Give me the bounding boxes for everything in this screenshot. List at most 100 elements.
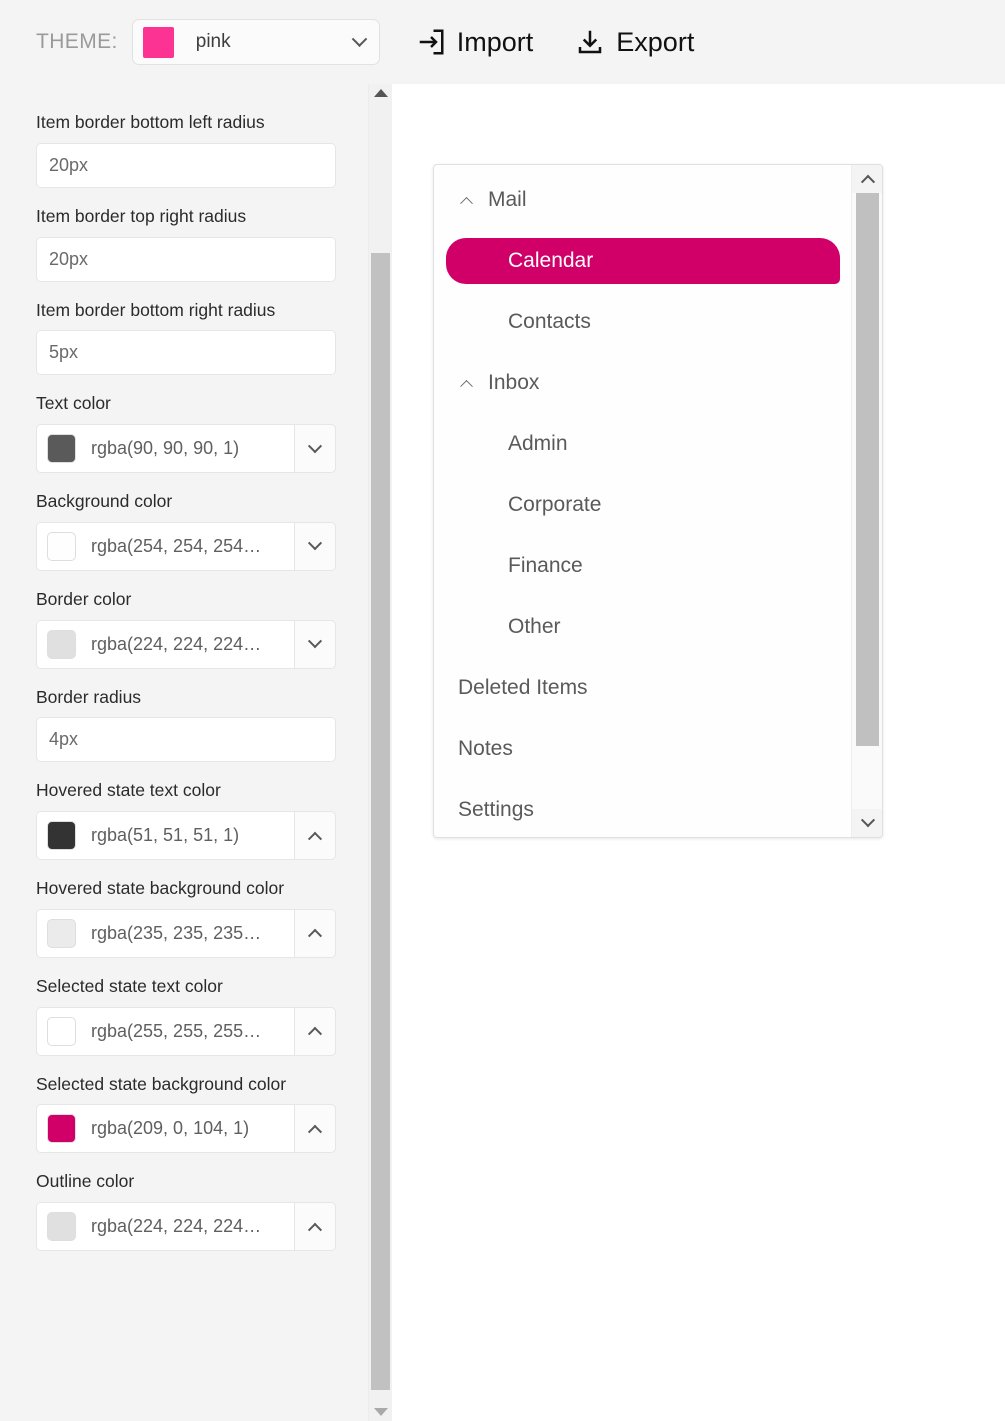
tree-item[interactable]: Deleted Items [446, 665, 840, 711]
tree-scrollbar[interactable] [851, 165, 882, 837]
tree-item[interactable]: Contacts [446, 299, 840, 345]
tree-item-label: Contacts [508, 310, 591, 333]
theme-selected-value: pink [195, 31, 231, 52]
chevron-up-icon [307, 831, 323, 846]
settings-field: Outline color rgba(224, 224, 224… [36, 1170, 368, 1251]
chevron-up-icon [459, 196, 473, 210]
color-picker-collapse-button[interactable] [294, 1104, 336, 1154]
tree-item-label: Deleted Items [458, 676, 588, 699]
sidebar-scrollbar[interactable] [368, 84, 392, 1421]
color-value-text: rgba(254, 254, 254… [91, 535, 262, 556]
settings-field-label: Outline color [36, 1171, 135, 1192]
color-value-text: rgba(51, 51, 51, 1) [91, 825, 240, 845]
tree-item[interactable]: Finance [446, 543, 840, 589]
color-picker-input[interactable]: rgba(51, 51, 51, 1) [36, 811, 294, 860]
sidebar-scrollbar-thumb[interactable] [371, 253, 390, 1390]
settings-field: Item border top right radius [36, 205, 368, 282]
scroll-up-arrow-icon[interactable] [369, 84, 392, 102]
color-picker-expand-button[interactable] [294, 424, 336, 473]
scroll-down-arrow-icon[interactable] [369, 1403, 392, 1421]
theme-select[interactable]: pink [131, 19, 380, 65]
color-picker-input[interactable]: rgba(90, 90, 90, 1) [36, 424, 294, 473]
chevron-up-icon [307, 1124, 323, 1139]
export-button-label: Export [616, 26, 695, 57]
tree-item[interactable]: Other [446, 604, 840, 650]
import-button-label: Import [456, 26, 534, 57]
color-picker-collapse-button[interactable] [294, 1202, 336, 1251]
color-picker-row: rgba(90, 90, 90, 1) [36, 424, 336, 473]
settings-field: Item border bottom right radius [36, 299, 368, 376]
tree-scroll-down-button[interactable] [852, 809, 882, 837]
chevron-up-icon [860, 174, 875, 189]
color-picker-row: rgba(209, 0, 104, 1) [36, 1104, 336, 1154]
tree-item-selected[interactable]: Calendar [446, 238, 840, 284]
color-swatch [47, 1212, 76, 1241]
color-picker-row: rgba(255, 255, 255… [36, 1006, 336, 1056]
tree-item[interactable]: Notes [446, 726, 840, 772]
settings-field-label: Background color [36, 491, 173, 511]
color-value-text: rgba(255, 255, 255… [91, 1020, 262, 1041]
chevron-down-icon [351, 31, 368, 48]
color-picker-input[interactable]: rgba(209, 0, 104, 1) [36, 1104, 294, 1154]
tree-expander-button[interactable] [458, 192, 474, 210]
color-picker-collapse-button[interactable] [294, 1006, 336, 1056]
tree-scroll-up-button[interactable] [852, 165, 882, 193]
color-swatch [47, 821, 76, 850]
tree-scrollbar-thumb[interactable] [856, 193, 879, 746]
color-value-text: rgba(224, 224, 224… [91, 1216, 262, 1236]
color-swatch [47, 434, 76, 463]
settings-field-label: Item border top right radius [36, 205, 247, 226]
settings-text-input[interactable] [36, 330, 336, 376]
color-picker-row: rgba(235, 235, 235… [36, 908, 336, 958]
settings-text-input[interactable] [36, 717, 336, 763]
theme-label: THEME: [36, 30, 118, 53]
settings-field-label: Border color [36, 588, 132, 609]
chevron-down-icon [860, 813, 875, 828]
tree-item-label: Notes [458, 737, 513, 760]
settings-field-label: Hovered state text color [36, 780, 221, 801]
tree-item[interactable]: Settings [446, 787, 840, 833]
tree-item[interactable]: Corporate [446, 482, 840, 528]
settings-field-label: Item border bottom right radius [36, 299, 276, 320]
settings-field: Border color rgba(224, 224, 224… [36, 588, 368, 669]
tree-item[interactable]: Inbox [446, 360, 840, 406]
tree-expander-button[interactable] [458, 375, 474, 393]
color-picker-expand-button[interactable] [294, 619, 336, 669]
settings-field: Item border bottom left radius [36, 111, 368, 188]
settings-field: Background color rgba(254, 254, 254… [36, 490, 368, 571]
color-picker-collapse-button[interactable] [294, 908, 336, 958]
color-value-text: rgba(90, 90, 90, 1) [91, 438, 240, 458]
chevron-up-icon [307, 1026, 323, 1041]
app-header: THEME: pink Import Export [0, 0, 1005, 84]
export-button[interactable]: Export [575, 27, 694, 58]
color-picker-collapse-button[interactable] [294, 811, 336, 860]
settings-field: Text color rgba(90, 90, 90, 1) [36, 392, 368, 473]
tree-item-label: Other [508, 615, 561, 638]
color-swatch [47, 629, 76, 659]
chevron-up-icon [307, 1222, 323, 1237]
settings-field-label: Hovered state background color [36, 878, 285, 898]
theme-color-swatch [142, 26, 174, 58]
color-value-text: rgba(224, 224, 224… [91, 633, 262, 654]
chevron-up-icon [459, 379, 473, 393]
color-picker-row: rgba(51, 51, 51, 1) [36, 811, 336, 860]
color-value-text: rgba(209, 0, 104, 1) [91, 1118, 250, 1139]
tree-item-label: Finance [508, 554, 583, 577]
tree-item-label: Mail [488, 188, 527, 211]
color-swatch [47, 531, 76, 561]
import-button[interactable]: Import [416, 26, 534, 58]
theme-settings-sidebar: Item border bottom left radius Item borde… [0, 84, 368, 1421]
color-picker-input[interactable]: rgba(224, 224, 224… [36, 619, 294, 669]
color-picker-input[interactable]: rgba(254, 254, 254… [36, 521, 294, 571]
tree-item[interactable]: Mail [446, 177, 840, 223]
color-picker-input[interactable]: rgba(235, 235, 235… [36, 908, 294, 958]
tree-item[interactable]: Admin [446, 421, 840, 467]
color-picker-input[interactable]: rgba(255, 255, 255… [36, 1006, 294, 1056]
settings-text-input[interactable] [36, 142, 336, 188]
tree-view-preview: Mail Calendar Contacts Inbox Admin Corporate F… [433, 164, 883, 838]
settings-field: Selected state text color rgba(255, 255, … [36, 975, 368, 1056]
settings-field: Hovered state text color rgba(51, 51, 51,… [36, 779, 368, 860]
color-picker-expand-button[interactable] [294, 521, 336, 571]
settings-text-input[interactable] [36, 236, 336, 282]
color-picker-input[interactable]: rgba(224, 224, 224… [36, 1202, 294, 1251]
